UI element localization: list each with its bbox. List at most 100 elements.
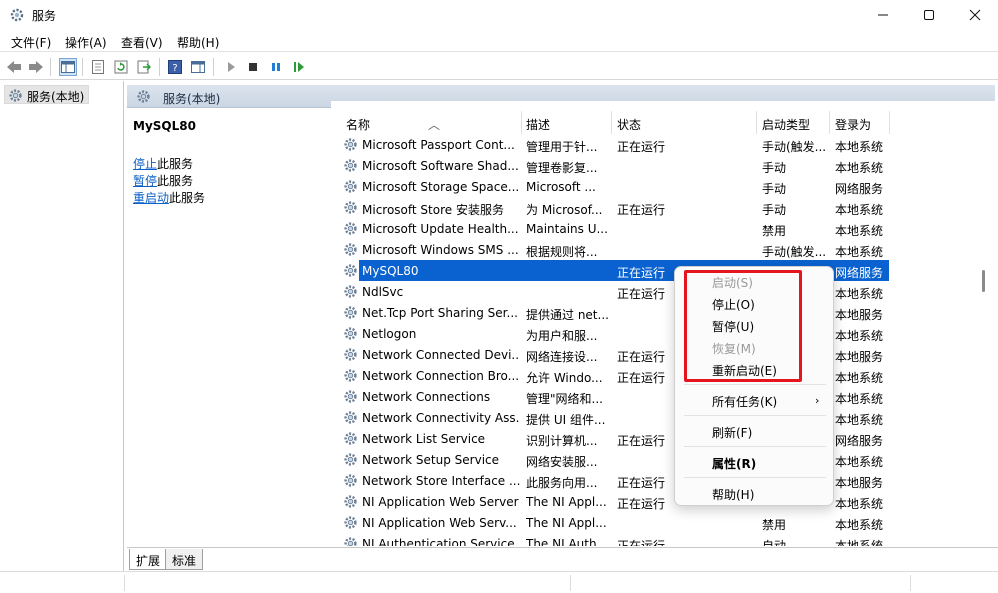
vertical-scrollbar-thumb[interactable] xyxy=(982,270,985,292)
table-row[interactable]: Microsoft Software Shad... 管理卷影复... 手动 本地系统 xyxy=(331,155,889,176)
column-name[interactable]: 名称 xyxy=(346,116,370,133)
tree-item-label: 服务(本地) xyxy=(27,90,85,104)
stop-service-link[interactable]: 停止 xyxy=(133,157,157,171)
column-log-on-as[interactable]: 登录为 xyxy=(835,116,871,133)
maximize-icon xyxy=(924,10,934,20)
action-suffix: 此服务 xyxy=(157,174,194,188)
properties-button[interactable] xyxy=(89,58,107,76)
service-gear-icon xyxy=(344,369,357,382)
maximize-button[interactable] xyxy=(906,0,952,30)
stop-service-action: 停止此服务 xyxy=(133,155,193,172)
cell-description: 管理"网络和... xyxy=(526,392,603,406)
cell-log-on-as: 本地系统 xyxy=(835,497,884,511)
service-gear-icon xyxy=(344,516,357,529)
cell-status: 正在运行 xyxy=(617,539,666,546)
service-gear-icon xyxy=(344,348,357,361)
cell-description: 为用户和服... xyxy=(526,329,598,343)
table-row[interactable]: NI Authentication Service The NI Auth... 正… xyxy=(331,533,889,546)
service-gear-icon xyxy=(344,222,357,235)
column-header-row: ︿ 名称 描述 状态 启动类型 登录为 xyxy=(331,101,995,134)
export-list-button[interactable] xyxy=(135,58,153,76)
svg-text:?: ? xyxy=(172,63,177,74)
close-icon xyxy=(969,9,981,21)
cell-description: The NI Appl... xyxy=(526,495,607,509)
back-button[interactable] xyxy=(5,58,23,76)
table-row[interactable]: Microsoft Update Health... Maintains U...… xyxy=(331,218,889,239)
action-pane-icon xyxy=(191,61,205,73)
properties-icon xyxy=(92,60,104,74)
play-icon xyxy=(228,62,235,72)
service-gear-icon xyxy=(344,432,357,445)
menu-file[interactable]: 文件(F) xyxy=(11,34,51,51)
cell-startup-type: 禁用 xyxy=(762,518,787,532)
services-pane: 服务(本地) MySQL80 停止此服务 暂停此服务 重启动此服务 ︿ 名称 描… xyxy=(127,81,998,571)
action-suffix: 此服务 xyxy=(169,191,206,205)
title-bar: 服务 xyxy=(0,0,998,30)
show-action-pane-button[interactable] xyxy=(189,58,207,76)
cell-log-on-as: 本地系统 xyxy=(835,140,884,154)
stop-service-button[interactable] xyxy=(244,58,262,76)
sort-ascending-icon: ︿ xyxy=(428,118,441,132)
minimize-button[interactable] xyxy=(860,0,906,30)
cell-description: 允许 Windo... xyxy=(526,371,603,385)
pause-service-button[interactable] xyxy=(267,58,285,76)
cell-log-on-as: 本地系统 xyxy=(835,287,884,301)
cell-log-on-as: 本地服务 xyxy=(835,476,884,490)
services-list: ︿ 名称 描述 状态 启动类型 登录为 Microsoft Passport C… xyxy=(331,101,995,546)
help-button[interactable]: ? xyxy=(166,58,184,76)
window-title: 服务 xyxy=(32,9,57,23)
cell-description: Maintains U... xyxy=(526,222,608,236)
column-description[interactable]: 描述 xyxy=(526,116,550,133)
cell-log-on-as: 本地系统 xyxy=(835,518,884,532)
menu-item-refresh[interactable]: 刷新(F) xyxy=(712,424,752,441)
cell-startup-type: 手动 xyxy=(762,161,787,175)
close-button[interactable] xyxy=(952,0,998,30)
menu-bar: 文件(F) 操作(A) 查看(V) 帮助(H) xyxy=(0,30,998,52)
cell-name: NI Authentication Service xyxy=(362,537,515,546)
tab-extended[interactable]: 扩展 xyxy=(129,549,168,570)
cell-name: NI Application Web Server xyxy=(362,495,519,509)
tab-standard[interactable]: 标准 xyxy=(165,549,204,570)
show-hide-tree-button[interactable] xyxy=(59,58,77,76)
menu-item-all-tasks[interactable]: 所有任务(K) xyxy=(712,393,777,410)
column-startup-type[interactable]: 启动类型 xyxy=(762,116,810,133)
cell-status: 正在运行 xyxy=(617,203,666,217)
menu-view[interactable]: 查看(V) xyxy=(121,34,163,51)
column-status[interactable]: 状态 xyxy=(617,116,641,133)
service-gear-icon xyxy=(344,411,357,424)
menu-item-properties[interactable]: 属性(R) xyxy=(712,455,756,472)
cell-description: 此服务向用... xyxy=(526,476,598,490)
cell-startup-type: 禁用 xyxy=(762,224,787,238)
cell-startup-type: 手动(触发... xyxy=(762,245,827,259)
cell-name: Network Connectivity Ass... xyxy=(362,411,520,425)
forward-button[interactable] xyxy=(27,58,45,76)
service-gear-icon xyxy=(344,159,357,172)
pane-header-title: 服务(本地) xyxy=(163,92,221,106)
cell-startup-type: 手动 xyxy=(762,182,787,196)
start-service-button[interactable] xyxy=(222,58,240,76)
annotation-highlight-box xyxy=(684,270,802,382)
table-row[interactable]: Microsoft Store 安装服务 为 Microsof... 正在运行 手动 本… xyxy=(331,197,889,218)
cell-name: Microsoft Storage Space... xyxy=(362,180,520,194)
table-row[interactable]: Microsoft Storage Space... Microsoft ... 手… xyxy=(331,176,889,197)
service-gear-icon xyxy=(344,138,357,151)
table-row[interactable]: Microsoft Passport Cont... 管理用于针... 正在运行 手动… xyxy=(331,134,889,155)
cell-description: The NI Appl... xyxy=(526,516,607,530)
cell-startup-type: 手动 xyxy=(762,203,787,217)
cell-name: Net.Tcp Port Sharing Ser... xyxy=(362,306,518,320)
refresh-icon xyxy=(114,60,128,74)
pause-service-link[interactable]: 暂停 xyxy=(133,174,157,188)
table-row[interactable]: Microsoft Windows SMS ... 根据规则将... 手动(触发..… xyxy=(331,239,889,260)
service-gear-icon xyxy=(344,453,357,466)
service-gear-icon xyxy=(344,537,357,546)
cell-log-on-as: 网络服务 xyxy=(835,434,884,448)
restart-service-button[interactable] xyxy=(290,58,308,76)
menu-action[interactable]: 操作(A) xyxy=(65,34,107,51)
menu-item-help[interactable]: 帮助(H) xyxy=(712,486,754,503)
service-gear-icon xyxy=(344,474,357,487)
tree-item-services-local[interactable]: 服务(本地) xyxy=(4,85,90,104)
restart-service-link[interactable]: 重启动 xyxy=(133,191,169,205)
table-row[interactable]: NI Application Web Serv... The NI Appl...… xyxy=(331,512,889,533)
refresh-button[interactable] xyxy=(112,58,130,76)
menu-help[interactable]: 帮助(H) xyxy=(177,34,219,51)
